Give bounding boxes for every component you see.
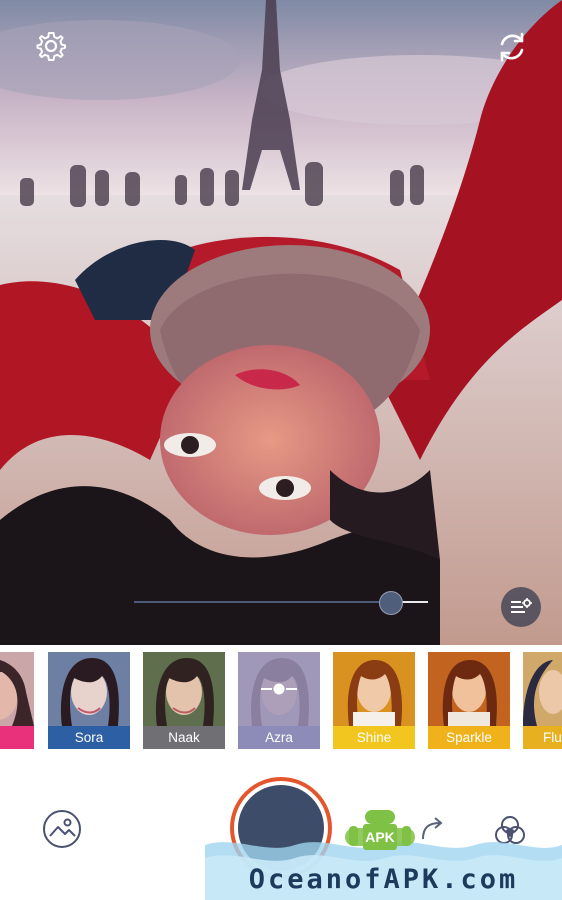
filter-label: Naak [143, 726, 225, 749]
settings-button[interactable] [31, 26, 71, 66]
filter-label: Flu [523, 726, 562, 749]
filter-label: Azra [238, 726, 320, 749]
filter-thumbnail [48, 652, 130, 726]
filter-item[interactable]: Sparkle [428, 652, 510, 749]
filter-item[interactable]: Shine [333, 652, 415, 749]
gallery-button[interactable] [42, 809, 82, 849]
shutter-inner [238, 785, 324, 871]
gallery-image-icon [43, 810, 81, 848]
shutter-button[interactable] [230, 777, 332, 879]
camera-screen: ra Sora Naak [0, 0, 562, 900]
share-arrow-icon[interactable] [420, 814, 446, 844]
intensity-slider-icon [261, 683, 297, 695]
filter-thumbnail [523, 652, 562, 726]
filter-item[interactable]: Sora [48, 652, 130, 749]
filter-intensity-slider[interactable] [134, 590, 428, 615]
filter-thumbnail [238, 652, 320, 726]
camera-preview[interactable] [0, 0, 562, 645]
filter-thumbnail [428, 652, 510, 726]
flip-camera-button[interactable] [492, 27, 532, 67]
filter-label: Shine [333, 726, 415, 749]
filter-thumbnail [333, 652, 415, 726]
filter-label: Sparkle [428, 726, 510, 749]
filter-label: ra [0, 726, 34, 749]
gear-icon [36, 32, 66, 61]
filter-item[interactable]: Naak [143, 652, 225, 749]
slider-fill [134, 601, 390, 603]
filter-thumbnail [143, 652, 225, 726]
filter-thumbnail [0, 652, 34, 726]
color-effects-button[interactable] [488, 809, 532, 853]
slider-thumb[interactable] [378, 591, 403, 615]
filter-strip[interactable]: ra Sora Naak [0, 645, 562, 757]
preview-photo [0, 0, 562, 645]
bottom-controls [0, 757, 562, 900]
adjust-settings-button[interactable] [501, 587, 541, 627]
filter-item[interactable]: Flu [523, 652, 562, 749]
adjust-settings-icon [511, 598, 532, 613]
selected-filter-overlay [238, 652, 320, 726]
filter-item[interactable]: ra [0, 652, 34, 749]
filter-item-selected[interactable]: Azra [238, 652, 320, 749]
camera-flip-icon [500, 32, 524, 62]
filter-label: Sora [48, 726, 130, 749]
color-effects-icon [495, 816, 525, 844]
